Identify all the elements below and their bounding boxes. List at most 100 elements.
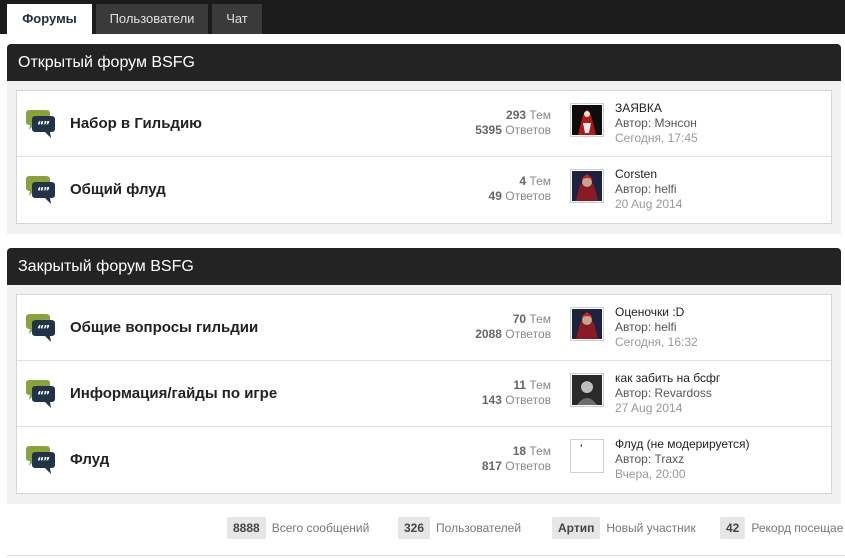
topics-label: Тем [529,378,551,392]
author-label: Автор: [615,386,652,400]
avatar-blank-image [572,441,602,471]
category-closed-forum: Закрытый форум BSFG Общие вопросы гильди… [7,248,841,504]
forum-title[interactable]: Общий флуд [70,181,166,198]
stat-record-online: 42 Рекорд посещае [720,517,843,539]
forum-stats: 11 Тем 143 Ответов [482,378,551,408]
forum-row: Набор в Гильдию 293 Тем 5395 Ответов ЗАЯ… [17,91,831,157]
topics-count: 11 [513,378,527,392]
forum-stats: 70 Тем 2088 Ответов [475,312,551,342]
last-post-author[interactable]: helfi [655,320,677,334]
forum-row: Общие вопросы гильдии 70 Тем 2088 Ответо… [17,295,831,361]
forum-title[interactable]: Информация/гайды по игре [70,385,277,402]
last-post-date: Сегодня, 16:32 [615,335,698,349]
last-post-author[interactable]: Revardoss [655,386,712,400]
last-post-topic[interactable]: как забить на бсфг [615,371,720,386]
last-post-author[interactable]: Traxz [655,452,685,466]
topics-label: Тем [529,444,551,458]
board-stats: 8888 Всего сообщений 326 Пользователей Арт… [0,517,845,539]
last-post-date: 20 Aug 2014 [615,197,683,211]
posts-count: 817 [481,459,502,473]
topics-label: Тем [529,312,551,326]
avatar[interactable] [570,103,604,137]
topics-count: 18 [512,444,527,458]
posts-count: 49 [488,189,502,203]
speech-bubbles-icon [26,314,55,342]
last-post-date: Сегодня, 17:45 [615,131,698,145]
forum-stats: 293 Тем 5395 Ответов [475,108,551,138]
posts-label: Ответов [505,393,551,407]
author-label: Автор: [615,182,652,196]
last-post: как забить на бсфг Автор: Revardoss 27 A… [615,371,720,416]
last-post-topic[interactable]: Corsten [615,167,682,182]
stat-value[interactable]: Артип [552,517,601,539]
stat-newest-member: Артип Новый участник [552,517,696,539]
stat-label: Всего сообщений [271,521,370,535]
category-title[interactable]: Открытый форум BSFG [7,44,841,81]
avatar-red-character-image [572,171,602,201]
topics-label: Тем [529,108,551,122]
forum-list: Набор в Гильдию 293 Тем 5395 Ответов ЗАЯ… [16,90,832,224]
topics-count: 4 [519,174,527,188]
last-post-date: Вчера, 20:00 [615,467,686,481]
stat-value: 8888 [227,517,266,539]
posts-count: 2088 [475,327,502,341]
stat-label: Новый участник [606,521,696,535]
last-post: Corsten Автор: helfi 20 Aug 2014 [615,167,682,212]
speech-bubbles-icon [26,380,55,408]
posts-label: Ответов [505,327,551,341]
tab-chat[interactable]: Чат [212,4,262,34]
tab-forums[interactable]: Форумы [7,4,92,34]
topics-count: 70 [512,312,527,326]
category-open-forum: Открытый форум BSFG Набор в Гильдию 293 … [7,44,841,234]
author-label: Автор: [615,116,652,130]
category-title[interactable]: Закрытый форум BSFG [7,248,841,285]
stat-value: 42 [720,517,746,539]
avatar-bw-portrait-image [572,375,602,405]
forum-row: Информация/гайды по игре 11 Тем 143 Отве… [17,361,831,427]
speech-bubbles-icon [26,446,55,474]
last-post-author[interactable]: Мэнсон [655,116,697,130]
divider [7,555,845,556]
author-label: Автор: [615,320,652,334]
forum-title[interactable]: Флуд [70,451,109,468]
forum-row: Общий флуд 4 Тем 49 Ответов Corsten Авто… [17,157,831,223]
topics-label: Тем [529,174,551,188]
last-post-author[interactable]: helfi [655,182,677,196]
category-body: Общие вопросы гильдии 70 Тем 2088 Ответо… [7,285,841,504]
author-label: Автор: [615,452,652,466]
posts-label: Ответов [505,123,551,137]
last-post: Флуд (не модерируется) Автор: Traxz Вчер… [615,437,750,482]
avatar[interactable] [570,439,604,473]
last-post-topic[interactable]: Оценочки :D [615,305,698,320]
speech-bubbles-icon [26,176,55,204]
category-body: Набор в Гильдию 293 Тем 5395 Ответов ЗАЯ… [7,81,841,234]
stat-value: 326 [398,517,431,539]
topics-count: 293 [506,108,527,122]
forum-stats: 4 Тем 49 Ответов [489,174,551,204]
tab-users[interactable]: Пользователи [96,4,208,34]
last-post-topic[interactable]: ЗАЯВКА [615,101,698,116]
stat-users: 326 Пользователей [398,517,521,539]
last-post-date: 27 Aug 2014 [615,401,683,415]
forum-title[interactable]: Общие вопросы гильдии [70,319,258,336]
last-post: Оценочки :D Автор: helfi Сегодня, 16:32 [615,305,698,350]
stat-total-posts: 8888 Всего сообщений [227,517,369,539]
avatar[interactable] [570,373,604,407]
avatar-red-figure-image [572,105,602,135]
last-post-topic[interactable]: Флуд (не модерируется) [615,437,750,452]
avatar-red-character-image [572,309,602,339]
posts-label: Ответов [505,459,551,473]
avatar[interactable] [570,307,604,341]
forum-stats: 18 Тем 817 Ответов [482,444,551,474]
speech-bubbles-icon [26,110,55,138]
last-post: ЗАЯВКА Автор: Мэнсон Сегодня, 17:45 [615,101,698,146]
stat-label: Рекорд посещае [751,521,844,535]
posts-count: 143 [481,393,502,407]
top-nav: Форумы Пользователи Чат [0,0,845,34]
posts-label: Ответов [505,189,551,203]
forum-title[interactable]: Набор в Гильдию [70,115,202,132]
forum-list: Общие вопросы гильдии 70 Тем 2088 Ответо… [16,294,832,494]
forum-row: Флуд 18 Тем 817 Ответов Флуд (не модерир… [17,427,831,493]
posts-count: 5395 [475,123,502,137]
avatar[interactable] [570,169,604,203]
